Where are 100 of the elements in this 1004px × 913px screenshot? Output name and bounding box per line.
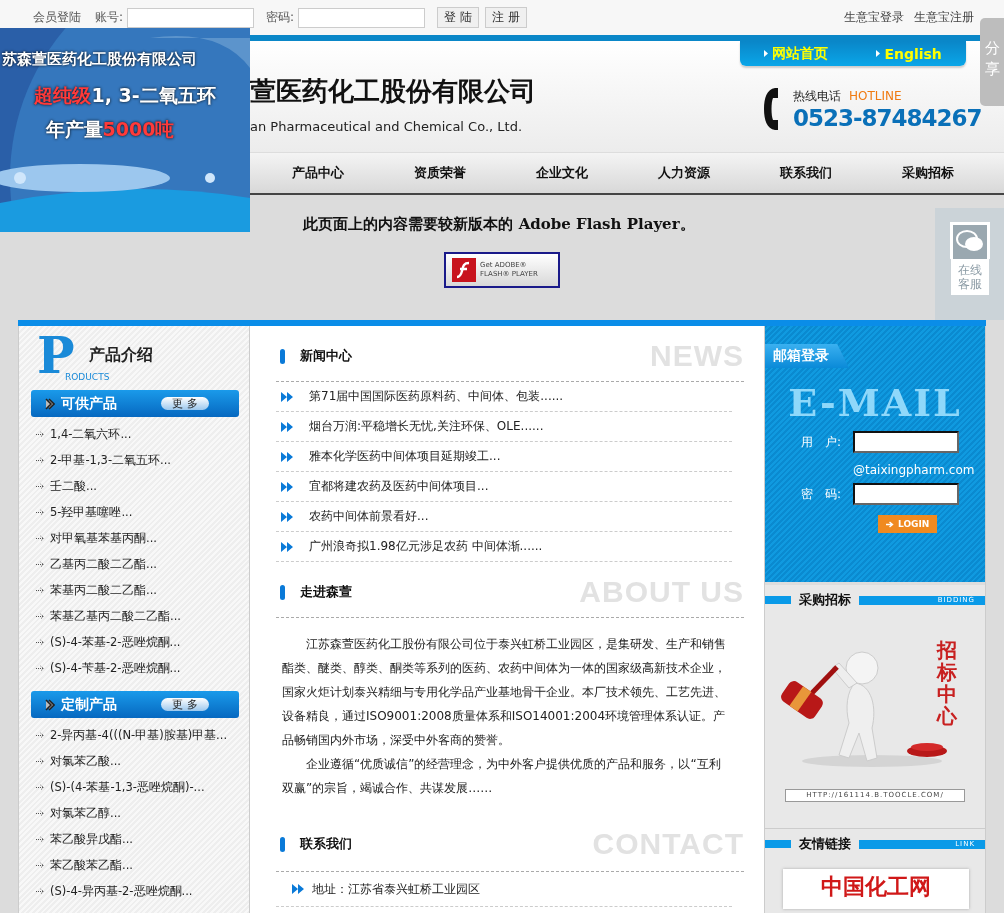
arrow-icon bbox=[36, 612, 45, 620]
password-field[interactable] bbox=[853, 483, 960, 505]
product-link[interactable]: (S)-(4-苯基-1,3-恶唑烷酮)-... bbox=[50, 779, 205, 795]
category-title: 定制产品 bbox=[61, 695, 117, 714]
news-link[interactable]: 雅本化学医药中间体项目延期竣工... bbox=[309, 448, 501, 465]
double-arrow-icon bbox=[281, 421, 293, 432]
bullet-icon bbox=[876, 50, 881, 57]
arrow-icon bbox=[36, 638, 45, 646]
product-link[interactable]: 对甲氧基苯基丙酮... bbox=[50, 530, 157, 546]
news-link[interactable]: 宜都将建农药及医药中间体项目... bbox=[309, 478, 489, 495]
product-link[interactable]: 2-异丙基-4(((N-甲基)胺基)甲基... bbox=[50, 727, 228, 743]
phone-icon bbox=[761, 86, 779, 132]
double-arrow-icon bbox=[281, 481, 293, 492]
arrow-icon bbox=[36, 664, 45, 672]
arrow-icon bbox=[36, 861, 45, 869]
double-arrow-icon bbox=[281, 391, 293, 402]
flash-logo-icon bbox=[452, 258, 476, 282]
product-link[interactable]: (S)-4-苄基-2-恶唑烷酮... bbox=[50, 660, 181, 676]
company-name-english: an Pharmaceutical and Chemical Co., Ltd. bbox=[250, 119, 524, 134]
product-link[interactable]: (S)-4-苯基-2-恶唑烷酮... bbox=[50, 634, 181, 650]
account-label: 账号: bbox=[95, 9, 124, 26]
company-name: 萱医药化工股份有限公司 bbox=[250, 75, 536, 108]
section-title: 走进森萱 bbox=[300, 583, 352, 601]
arrow-icon bbox=[36, 835, 45, 843]
hotline-label: HOTLINE bbox=[849, 89, 902, 103]
more-button[interactable]: 更 多 bbox=[161, 698, 209, 711]
top-link[interactable]: 生意宝登录 bbox=[844, 9, 904, 26]
flash-notice: 此页面上的内容需要较新版本的 Adobe Flash Player。 bbox=[303, 215, 695, 234]
nav-item[interactable]: 联系我们 bbox=[745, 153, 867, 193]
pill-icon bbox=[280, 836, 285, 852]
arrow-icon bbox=[36, 586, 45, 594]
product-link[interactable]: 苯基乙基丙二酸二乙酯... bbox=[50, 608, 181, 624]
products-title: 产品介绍 bbox=[89, 345, 153, 366]
arrow-icon bbox=[36, 757, 45, 765]
product-link[interactable]: 对氯苯乙醇... bbox=[50, 805, 121, 821]
top-link[interactable]: 生意宝注册 bbox=[914, 9, 974, 26]
password-label: 密码: bbox=[266, 9, 295, 26]
category-title: 可供产品 bbox=[61, 394, 117, 413]
member-login-label: 会员登陆 bbox=[33, 9, 81, 26]
product-link[interactable]: 苯乙酸苯乙酯... bbox=[50, 857, 133, 873]
username-field[interactable] bbox=[853, 431, 960, 453]
pill-icon bbox=[280, 584, 285, 600]
news-link[interactable]: 烟台万润:平稳增长无忧,关注环保、OLE...... bbox=[309, 418, 544, 435]
about-paragraph: 江苏森萱医药化工股份有限公司位于泰兴虹桥工业园区，是集研发、生产和销售酯类、醚类、醇类、酮类等系列的医药、农药中间体为一体的国家级高新技术企业，国家火炬计划泰兴精细与专用化学品产业基地骨干企业。本厂技术领先、工艺先进、设备精良，通过ISO9001:2008质量体系和ISO14001:2004环境管理体系认证。产品畅销国内外市场，深受中外客商的赞誉。 bbox=[281, 636, 727, 749]
banner-slogan: 年产量5000吨 bbox=[45, 117, 175, 142]
product-link[interactable]: 1,4-二氧六环... bbox=[50, 426, 132, 442]
section-title: 新闻中心 bbox=[300, 347, 352, 365]
email-domain: @taixingpharm.com bbox=[853, 463, 976, 477]
arrow-icon bbox=[36, 482, 45, 490]
more-button[interactable]: 更 多 bbox=[161, 397, 209, 410]
login-button[interactable]: 登 陆 bbox=[437, 7, 479, 28]
arrow-icon bbox=[36, 731, 45, 739]
chevron-icon bbox=[45, 698, 55, 711]
nav-item[interactable]: 人力资源 bbox=[623, 153, 745, 193]
chat-bubbles-icon bbox=[949, 222, 990, 259]
contact-address: 地址：江苏省泰兴虹桥工业园区 bbox=[312, 880, 480, 898]
product-link[interactable]: 苯基丙二酸二乙酯... bbox=[50, 582, 157, 598]
product-link[interactable]: 5-羟甲基噻唑... bbox=[50, 504, 133, 520]
product-link[interactable]: 对氯苯乙酸... bbox=[50, 753, 121, 769]
banner-company-name: 苏森萱医药化工股份有限公司 bbox=[2, 50, 197, 69]
about-paragraph: 企业遵循“优质诚信”的经营理念，为中外客户提供优质的产品和服务，以“互利双赢”的宗旨，竭诚合作、共谋发展…… bbox=[281, 756, 722, 797]
product-link[interactable]: 苯乙酸异戊酯... bbox=[50, 831, 133, 847]
nav-item[interactable]: 产品中心 bbox=[257, 153, 379, 193]
arrow-icon bbox=[36, 887, 45, 895]
register-button[interactable]: 注 册 bbox=[484, 7, 527, 28]
nav-item[interactable]: 企业文化 bbox=[501, 153, 623, 193]
section-title: 采购招标 bbox=[798, 591, 852, 609]
arrow-icon bbox=[36, 809, 45, 817]
arrow-icon bbox=[36, 456, 45, 464]
news-link[interactable]: 广州浪奇拟1.98亿元涉足农药 中间体渐...... bbox=[309, 538, 543, 555]
nav-item[interactable]: 采购招标 bbox=[867, 153, 989, 193]
section-title: 联系我们 bbox=[300, 835, 352, 853]
news-link[interactable]: 农药中间体前景看好... bbox=[309, 508, 429, 525]
double-arrow-icon bbox=[281, 451, 293, 462]
arrow-icon bbox=[36, 430, 45, 438]
account-field[interactable] bbox=[127, 7, 255, 28]
password-label: 密 码: bbox=[801, 485, 842, 503]
section-title: 友情链接 bbox=[798, 835, 852, 853]
arrow-icon bbox=[886, 520, 894, 528]
double-arrow-icon bbox=[281, 541, 293, 552]
product-link[interactable]: 乙基丙二酸二乙酯... bbox=[50, 556, 157, 572]
product-link[interactable]: 壬二酸... bbox=[50, 478, 97, 494]
product-link[interactable]: (S)-4-异丙基-2-恶唑烷酮... bbox=[50, 883, 193, 899]
arrow-icon bbox=[36, 560, 45, 568]
chevron-icon bbox=[45, 397, 55, 410]
product-link[interactable]: 2-甲基-1,3-二氧五环... bbox=[50, 452, 172, 468]
nav-item[interactable]: 资质荣誉 bbox=[379, 153, 501, 193]
pill-icon bbox=[280, 348, 285, 364]
banner-slogan: 超纯级1, 3-二氧五环 bbox=[34, 83, 216, 108]
arrow-icon bbox=[36, 508, 45, 516]
products-logo-subtitle: RODUCTS bbox=[65, 372, 110, 382]
username-label: 用 户: bbox=[801, 433, 842, 451]
news-link[interactable]: 第71届中国国际医药原料药、中间体、包装...... bbox=[309, 388, 564, 405]
partner-logo-link[interactable]: 中国化工网 bbox=[783, 869, 969, 909]
double-arrow-icon bbox=[281, 511, 293, 522]
email-heading: E-MAIL bbox=[787, 380, 963, 425]
header-stripe bbox=[765, 840, 791, 848]
poster-title: 招标中心 bbox=[937, 639, 957, 727]
hotline-number: 0523-87484267 bbox=[793, 104, 982, 131]
double-arrow-icon bbox=[292, 884, 304, 894]
